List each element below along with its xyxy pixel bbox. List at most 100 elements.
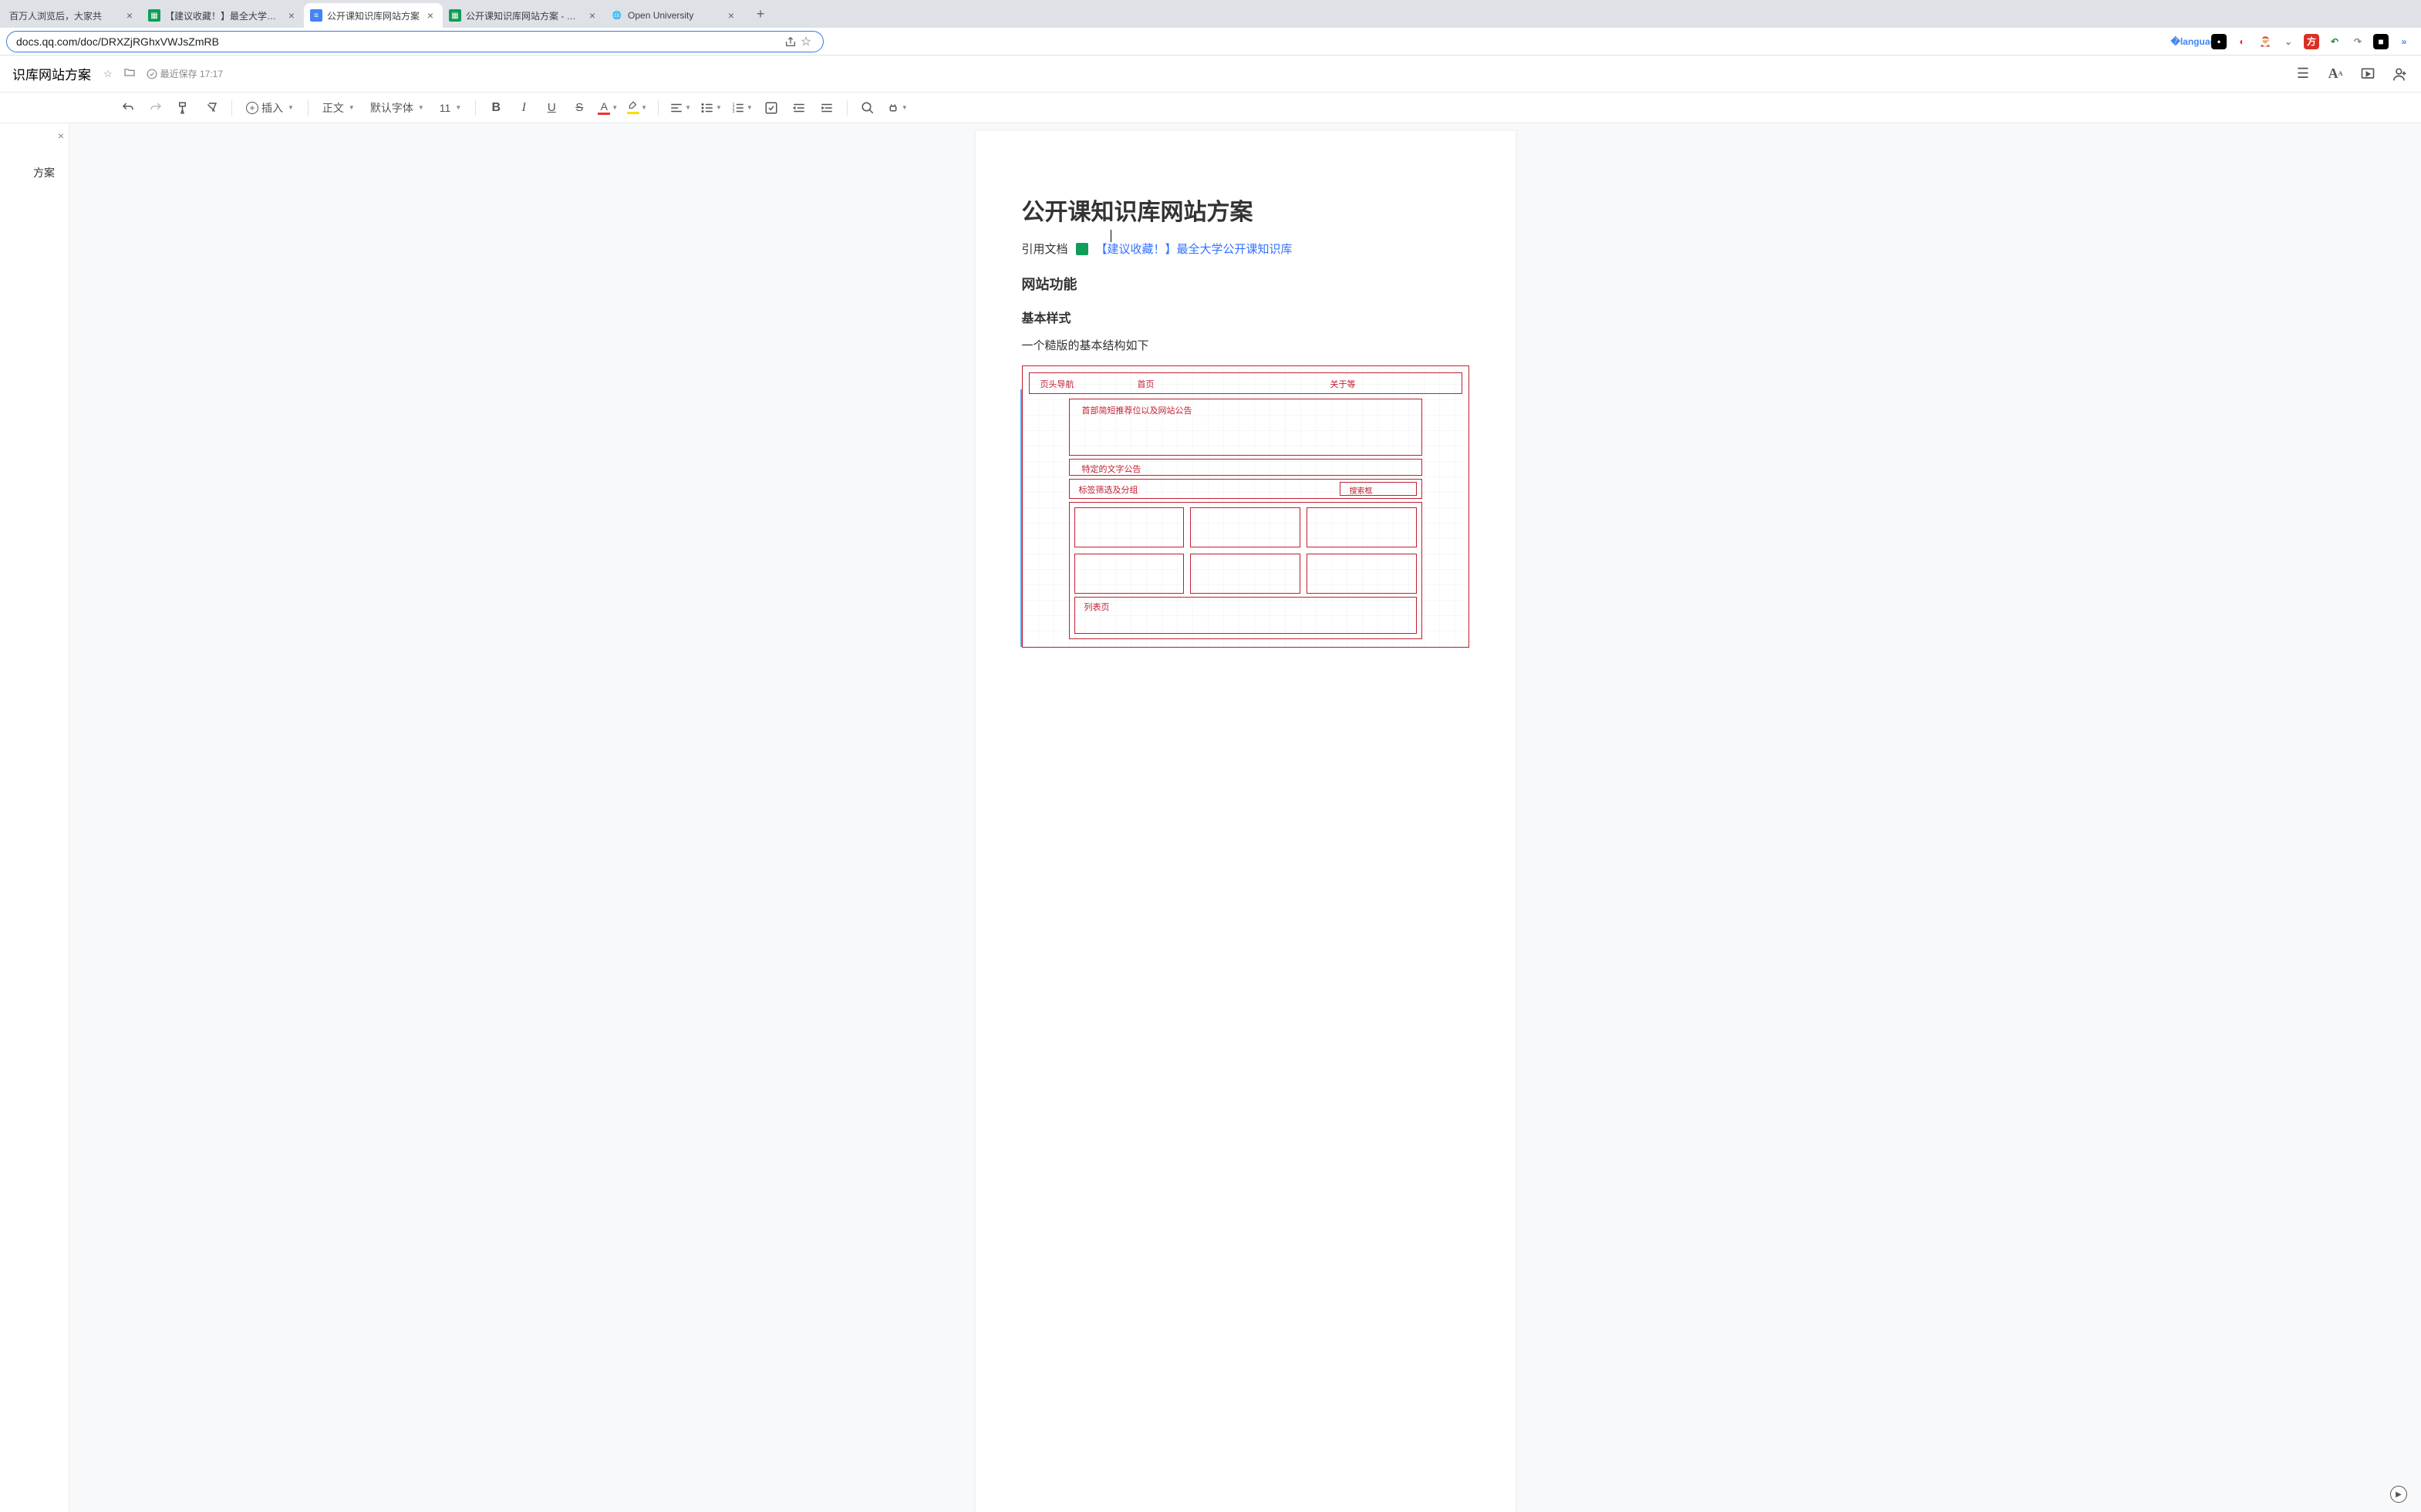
text-format-icon[interactable]: AA — [2327, 66, 2344, 83]
wireframe-card — [1074, 554, 1185, 594]
star-icon[interactable]: ☆ — [103, 68, 113, 80]
wireframe-left-rule — [1020, 389, 1022, 647]
underline-button[interactable]: U — [539, 96, 564, 120]
editor-main: × 方案 公开课知识库网站方案 引用文档 【建议收藏！】最全大学公开课知识库 网… — [0, 123, 2421, 1512]
highlight-button[interactable]: ▼ — [624, 96, 650, 120]
translate-icon[interactable]: �language — [2188, 34, 2204, 49]
globe-icon: 🌐 — [611, 9, 623, 22]
redo-icon[interactable]: ↷ — [2350, 34, 2365, 49]
sheets-icon — [1076, 243, 1088, 255]
browser-tab-3[interactable]: ▦ 公开课知识库网站方案 - 任务拆 × — [443, 3, 605, 28]
wireframe-grid-group: 列表页 — [1069, 502, 1422, 639]
extension-icon[interactable]: ◐ — [2234, 34, 2250, 49]
wireframe-list-box: 列表页 — [1074, 597, 1417, 634]
browser-tab-4[interactable]: 🌐 Open University × — [605, 3, 743, 28]
doc-header-icons: ☆ 最近保存 17:17 — [103, 66, 223, 81]
heading-2: 网站功能 — [1022, 274, 1469, 294]
plugin-button[interactable]: ▼ — [883, 96, 911, 120]
new-tab-button[interactable]: + — [750, 3, 771, 25]
reference-row: 引用文档 【建议收藏！】最全大学公开课知识库 — [1022, 241, 1469, 257]
heading-3: 基本样式 — [1022, 308, 1469, 326]
reference-label: 引用文档 — [1022, 241, 1068, 257]
body-paragraph: 一个糙版的基本结构如下 — [1022, 337, 1469, 353]
tab-title: 公开课知识库网站方案 - 任务拆 — [466, 9, 582, 22]
sheets-icon: ▦ — [148, 9, 160, 22]
close-icon[interactable]: × — [586, 9, 599, 22]
wireframe-card — [1074, 507, 1185, 547]
wireframe-search-box: 搜索框 — [1340, 482, 1417, 496]
align-button[interactable]: ▼ — [666, 96, 694, 120]
browser-tab-2[interactable]: ≡ 公开课知识库网站方案 × — [304, 3, 443, 28]
wireframe-card — [1307, 554, 1417, 594]
close-icon[interactable]: × — [725, 9, 737, 22]
tab-title: Open University — [628, 10, 720, 21]
extension-icon[interactable]: ■ — [2373, 34, 2389, 49]
outline-sidebar: × 方案 — [0, 123, 69, 1512]
undo-icon[interactable]: ↶ — [2327, 34, 2342, 49]
font-size-dropdown[interactable]: 11▼ — [433, 96, 467, 120]
wireframe-nav-box: 页头导航 首页 关于等 — [1029, 372, 1462, 394]
bullet-list-button[interactable]: ▼ — [697, 96, 725, 120]
close-icon[interactable]: × — [123, 9, 136, 22]
share-icon[interactable] — [783, 34, 798, 49]
sheets-icon: ▦ — [449, 9, 461, 22]
checklist-button[interactable] — [759, 96, 784, 120]
paragraph-style-dropdown[interactable]: 正文▼ — [316, 96, 361, 120]
wireframe-card — [1190, 507, 1300, 547]
browser-url-bar: docs.qq.com/doc/DRXZjRGhxVWJsZmRB ☆ �lan… — [0, 28, 2421, 56]
extension-icon[interactable]: 🎅 — [2257, 34, 2273, 49]
document-title[interactable]: 识库网站方案 — [12, 64, 91, 83]
insert-button[interactable]: + 插入▼ — [240, 96, 300, 120]
font-family-dropdown[interactable]: 默认字体▼ — [364, 96, 430, 120]
url-input-wrap[interactable]: docs.qq.com/doc/DRXZjRGhxVWJsZmRB ☆ — [6, 31, 824, 52]
doc-icon: ≡ — [310, 9, 322, 22]
document-header: 识库网站方案 ☆ 最近保存 17:17 ☰ AA — [0, 56, 2421, 93]
browser-tab-1[interactable]: ▦ 【建议收藏！】最全大学公开课 × — [142, 3, 304, 28]
search-button[interactable] — [855, 96, 880, 120]
chevron-down-icon[interactable]: ⌄ — [2281, 34, 2296, 49]
clear-format-button[interactable] — [199, 96, 224, 120]
share-person-icon[interactable] — [2392, 66, 2409, 83]
menu-icon[interactable]: ☰ — [2295, 66, 2311, 83]
close-icon[interactable]: × — [58, 130, 64, 142]
font-color-button[interactable]: A▼ — [595, 96, 621, 120]
heading-1: 公开课知识库网站方案 — [1022, 193, 1469, 227]
wireframe-filter-box: 标签筛选及分组 搜索框 — [1069, 479, 1422, 499]
wireframe-notice-box: 特定的文字公告 — [1069, 459, 1422, 476]
editor-toolbar: + 插入▼ 正文▼ 默认字体▼ 11▼ B I U S A▼ ▼ ▼ ▼ 123… — [0, 93, 2421, 123]
outline-item[interactable]: 方案 — [6, 165, 62, 180]
redo-button[interactable] — [143, 96, 168, 120]
present-icon[interactable] — [2359, 66, 2376, 83]
numbered-list-button[interactable]: 123▼ — [728, 96, 756, 120]
document-page: 公开课知识库网站方案 引用文档 【建议收藏！】最全大学公开课知识库 网站功能 基… — [976, 131, 1516, 1512]
tab-title: 百万人浏览后，大家共 — [9, 9, 119, 22]
extension-icon[interactable]: • — [2211, 34, 2227, 49]
url-text: docs.qq.com/doc/DRXZjRGhxVWJsZmRB — [16, 35, 783, 48]
tab-title: 【建议收藏！】最全大学公开课 — [165, 9, 281, 22]
folder-icon[interactable] — [123, 66, 136, 81]
close-icon[interactable]: × — [424, 9, 437, 22]
play-button[interactable]: ▶ — [2390, 1486, 2407, 1503]
wireframe-card — [1307, 507, 1417, 547]
indent-increase-button[interactable] — [814, 96, 839, 120]
extension-icon[interactable]: 方 — [2304, 34, 2319, 49]
bold-button[interactable]: B — [484, 96, 508, 120]
save-status: 最近保存 17:17 — [147, 67, 223, 80]
document-canvas[interactable]: 公开课知识库网站方案 引用文档 【建议收藏！】最全大学公开课知识库 网站功能 基… — [69, 123, 2421, 1512]
browser-tab-strip: 百万人浏览后，大家共 × ▦ 【建议收藏！】最全大学公开课 × ≡ 公开课知识库… — [0, 0, 2421, 28]
indent-decrease-button[interactable] — [787, 96, 811, 120]
browser-tab-0[interactable]: 百万人浏览后，大家共 × — [3, 3, 142, 28]
star-icon[interactable]: ☆ — [798, 34, 814, 49]
italic-button[interactable]: I — [511, 96, 536, 120]
strikethrough-button[interactable]: S — [567, 96, 592, 120]
browser-extension-area: �language • ◐ 🎅 ⌄ 方 ↶ ↷ ■ » — [2188, 34, 2415, 49]
more-icon[interactable]: » — [2396, 34, 2412, 49]
wireframe-card — [1190, 554, 1300, 594]
wireframe-image: 页头导航 首页 关于等 首部简短推荐位以及网站公告 特定的文字公告 标签筛选及分… — [1022, 365, 1469, 648]
close-icon[interactable]: × — [285, 9, 298, 22]
doc-header-right: ☰ AA — [2295, 66, 2409, 83]
undo-button[interactable] — [116, 96, 140, 120]
format-painter-button[interactable] — [171, 96, 196, 120]
tab-title: 公开课知识库网站方案 — [327, 9, 420, 22]
reference-link[interactable]: 【建议收藏！】最全大学公开课知识库 — [1096, 241, 1293, 257]
